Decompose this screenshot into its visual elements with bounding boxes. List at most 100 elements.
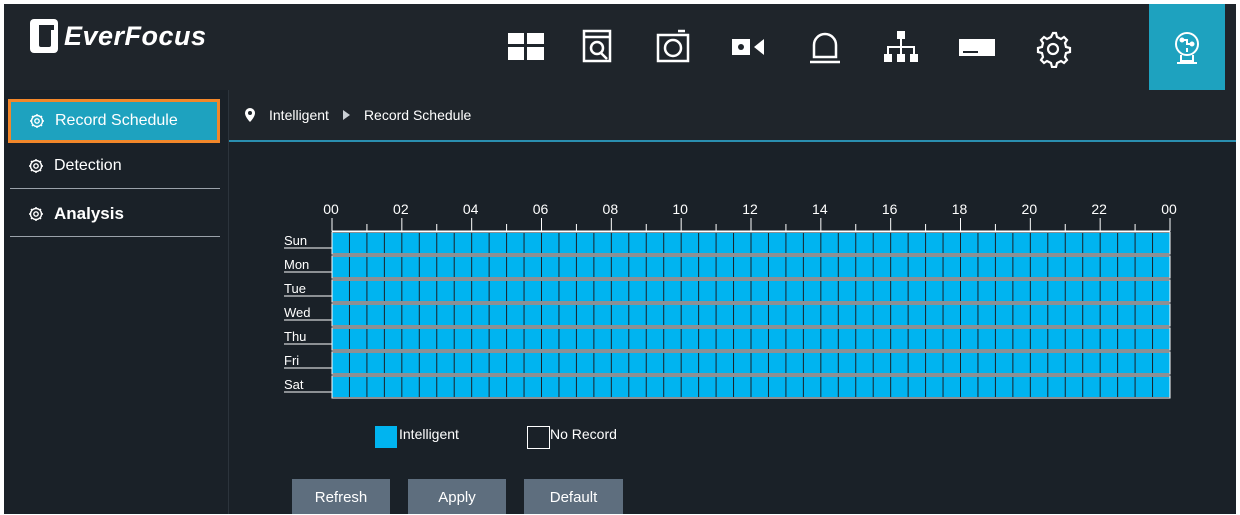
schedule-slot[interactable] xyxy=(472,233,489,253)
schedule-slot[interactable] xyxy=(419,329,437,349)
snapshot-icon[interactable] xyxy=(635,4,711,90)
schedule-slot[interactable] xyxy=(926,377,943,397)
schedule-slot[interactable] xyxy=(629,353,646,373)
schedule-slot[interactable] xyxy=(367,233,384,253)
schedule-slot[interactable] xyxy=(367,377,384,397)
schedule-slot[interactable] xyxy=(1100,305,1118,325)
schedule-slot[interactable] xyxy=(716,329,734,349)
record-icon[interactable] xyxy=(711,4,787,90)
schedule-slot[interactable] xyxy=(1048,281,1065,301)
schedule-slot[interactable] xyxy=(995,377,1013,397)
schedule-slot[interactable] xyxy=(856,257,873,277)
schedule-slot[interactable] xyxy=(803,281,821,301)
schedule-slot[interactable] xyxy=(821,353,838,373)
schedule-slot[interactable] xyxy=(995,305,1013,325)
schedule-slot[interactable] xyxy=(629,329,646,349)
schedule-slot[interactable] xyxy=(699,281,716,301)
schedule-slot[interactable] xyxy=(961,329,978,349)
schedule-slot[interactable] xyxy=(961,353,978,373)
schedule-slot[interactable] xyxy=(838,377,856,397)
schedule-slot[interactable] xyxy=(629,281,646,301)
schedule-slot[interactable] xyxy=(1030,305,1048,325)
schedule-slot[interactable] xyxy=(856,353,873,373)
schedule-slot[interactable] xyxy=(926,281,943,301)
schedule-slot[interactable] xyxy=(1030,329,1048,349)
schedule-slot[interactable] xyxy=(437,377,454,397)
schedule-slot[interactable] xyxy=(507,233,524,253)
schedule-slot[interactable] xyxy=(611,305,629,325)
schedule-slot[interactable] xyxy=(664,281,681,301)
sidebar-item-analysis[interactable]: Analysis xyxy=(10,194,218,234)
schedule-slot[interactable] xyxy=(507,281,524,301)
schedule-slot[interactable] xyxy=(1118,305,1135,325)
schedule-slot[interactable] xyxy=(524,305,541,325)
schedule-slot[interactable] xyxy=(402,233,419,253)
schedule-slot[interactable] xyxy=(821,281,838,301)
schedule-slot[interactable] xyxy=(472,329,489,349)
schedule-slot[interactable] xyxy=(943,329,960,349)
schedule-slot[interactable] xyxy=(349,353,367,373)
schedule-slot[interactable] xyxy=(943,281,960,301)
schedule-slot[interactable] xyxy=(681,377,699,397)
schedule-slot[interactable] xyxy=(349,257,367,277)
schedule-slot[interactable] xyxy=(873,281,891,301)
schedule-slot[interactable] xyxy=(402,377,419,397)
schedule-slot[interactable] xyxy=(995,281,1013,301)
schedule-slot[interactable] xyxy=(559,281,576,301)
schedule-slot[interactable] xyxy=(751,281,768,301)
schedule-slot[interactable] xyxy=(856,305,873,325)
schedule-slot[interactable] xyxy=(1065,281,1083,301)
schedule-slot[interactable] xyxy=(1135,233,1153,253)
schedule-slot[interactable] xyxy=(786,305,803,325)
schedule-slot[interactable] xyxy=(367,281,384,301)
schedule-slot[interactable] xyxy=(367,305,384,325)
schedule-slot[interactable] xyxy=(384,353,402,373)
schedule-slot[interactable] xyxy=(1153,257,1170,277)
schedule-slot[interactable] xyxy=(576,329,594,349)
schedule-slot[interactable] xyxy=(716,353,734,373)
schedule-slot[interactable] xyxy=(716,257,734,277)
schedule-slot[interactable] xyxy=(751,305,768,325)
playback-icon[interactable] xyxy=(559,4,635,90)
schedule-slot[interactable] xyxy=(716,305,734,325)
schedule-slot[interactable] xyxy=(1153,329,1170,349)
schedule-slot[interactable] xyxy=(716,233,734,253)
schedule-slot[interactable] xyxy=(1118,329,1135,349)
schedule-slot[interactable] xyxy=(1153,233,1170,253)
legend-no-record-swatch[interactable] xyxy=(527,426,550,449)
schedule-slot[interactable] xyxy=(489,281,507,301)
schedule-slot[interactable] xyxy=(472,353,489,373)
schedule-slot[interactable] xyxy=(646,329,664,349)
schedule-slot[interactable] xyxy=(1013,329,1030,349)
schedule-slot[interactable] xyxy=(437,257,454,277)
schedule-slot[interactable] xyxy=(576,281,594,301)
schedule-slot[interactable] xyxy=(629,305,646,325)
schedule-slot[interactable] xyxy=(646,353,664,373)
schedule-slot[interactable] xyxy=(768,281,786,301)
schedule-slot[interactable] xyxy=(542,377,559,397)
schedule-slot[interactable] xyxy=(786,281,803,301)
sidebar-item-record-schedule[interactable]: Record Schedule xyxy=(8,99,220,143)
schedule-slot[interactable] xyxy=(803,377,821,397)
schedule-slot[interactable] xyxy=(559,377,576,397)
schedule-slot[interactable] xyxy=(646,257,664,277)
schedule-slot[interactable] xyxy=(1065,377,1083,397)
schedule-slot[interactable] xyxy=(908,329,926,349)
schedule-slot[interactable] xyxy=(349,281,367,301)
schedule-slot[interactable] xyxy=(1048,353,1065,373)
schedule-slot[interactable] xyxy=(856,281,873,301)
schedule-slot[interactable] xyxy=(943,377,960,397)
schedule-slot[interactable] xyxy=(1118,353,1135,373)
schedule-slot[interactable] xyxy=(978,233,995,253)
schedule-slot[interactable] xyxy=(507,305,524,325)
schedule-slot[interactable] xyxy=(402,257,419,277)
schedule-slot[interactable] xyxy=(402,329,419,349)
sidebar-item-detection[interactable]: Detection xyxy=(10,146,218,186)
schedule-slot[interactable] xyxy=(1100,329,1118,349)
schedule-slot[interactable] xyxy=(419,281,437,301)
schedule-slot[interactable] xyxy=(803,305,821,325)
schedule-slot[interactable] xyxy=(821,257,838,277)
schedule-slot[interactable] xyxy=(1153,281,1170,301)
schedule-slot[interactable] xyxy=(507,353,524,373)
schedule-slot[interactable] xyxy=(1118,233,1135,253)
